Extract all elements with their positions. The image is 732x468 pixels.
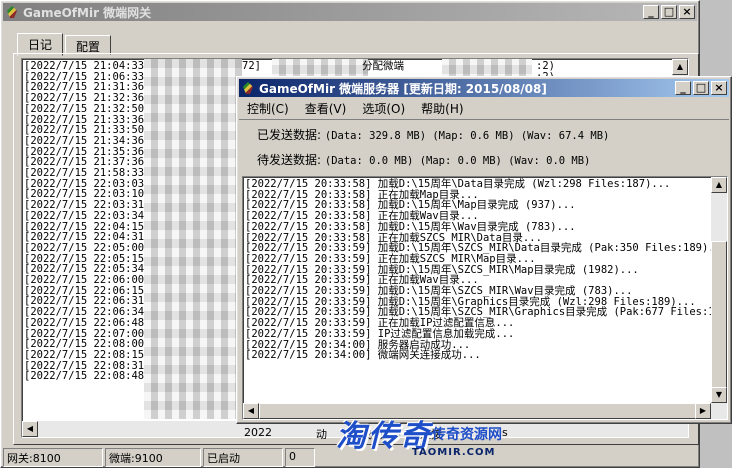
gateway-statusbar: 网关:8100 微端:9100 已启动 0 — [3, 448, 317, 467]
log-line: [2022/7/15 20:34:00] 微端网关连接成功... — [245, 349, 481, 362]
sent-label: 已发送数据: — [257, 128, 322, 142]
watermark-logo: 淘传奇 传奇资源网 TAOMIR.COM — [336, 420, 532, 464]
minimize-button[interactable]: _ — [675, 81, 691, 95]
close-button[interactable]: × — [711, 81, 727, 95]
pending-stat: 待发送数据: (Data: 0.0 MB) (Map: 0.0 MB) (Wav… — [257, 151, 590, 168]
server-log-box[interactable]: [2022/7/15 20:33:58] 加载D:\15周年\Data目录完成 … — [242, 176, 728, 420]
menu-options[interactable]: 选项(O) — [354, 99, 413, 117]
log-line: [2022/7/15 20:33:58] 加载D:\15周年\Wav目录完成 (… — [245, 220, 576, 233]
log-line: [2022/7/15 22:08:48 — [24, 370, 145, 383]
close-button[interactable]: × — [679, 5, 695, 19]
scroll-left-arrow-icon[interactable]: ◀ — [22, 421, 38, 437]
maximize-button[interactable]: □ — [661, 5, 677, 19]
pending-label: 待发送数据: — [257, 153, 322, 167]
scroll-down-arrow-icon[interactable]: ▼ — [711, 387, 727, 403]
server-menubar: 控制(C) 查看(V) 选项(O) 帮助(H) — [239, 99, 729, 117]
log-line: [2022/7/15 22:03:34 — [24, 209, 145, 222]
scroll-left-arrow-icon[interactable]: ◀ — [243, 403, 259, 419]
server-title-prefix: GameOfMir — [259, 81, 335, 96]
gateway-titlebar[interactable]: GameOfMir 微端网关 _ □ × — [3, 3, 697, 21]
status-gateway-port: 网关:8100 — [3, 448, 103, 467]
log-line: [2022/7/15 20:33:59] IP过滤配置信息加载完成... — [245, 327, 515, 340]
scroll-up-arrow-icon[interactable]: ▲ — [711, 177, 727, 193]
minimize-button[interactable]: _ — [643, 5, 659, 19]
sent-value: (Data: 329.8 MB) (Map: 0.6 MB) (Wav: 67.… — [324, 130, 610, 142]
server-title-main: 微端服务器 [更新日期: 2015/08/08] — [339, 81, 547, 96]
menu-view[interactable]: 查看(V) — [297, 99, 355, 117]
server-window: GameOfMir 微端服务器 [更新日期: 2015/08/08] _ □ ×… — [236, 76, 732, 424]
log-line: [2022/7/15 21:32:50 — [24, 102, 145, 115]
fragment-text: 2022 — [244, 426, 272, 439]
privacy-mosaic — [144, 59, 242, 419]
sent-stat: 已发送数据: (Data: 329.8 MB) (Map: 0.6 MB) (W… — [257, 126, 609, 143]
gateway-log-list: [2022/7/15 21:04:33 [2022/7/15 21:06:33 [2… — [22, 61, 144, 382]
log-line: [2022/7/15 22:06:48 — [24, 316, 145, 329]
tab-config[interactable]: 配置 — [65, 35, 112, 55]
scroll-thumb[interactable] — [259, 403, 699, 419]
status-fragment: 0 — [285, 448, 315, 467]
pending-value: (Data: 0.0 MB) (Map: 0.0 MB) (Wav: 0.0 M… — [324, 155, 591, 167]
app-icon — [241, 81, 255, 95]
watermark-sub: TAOMIR.COM — [412, 447, 496, 458]
maximize-button[interactable]: □ — [693, 81, 709, 95]
gateway-title: GameOfMir 微端网关 — [23, 5, 152, 20]
scroll-thumb[interactable] — [711, 241, 727, 403]
server-horizontal-scrollbar[interactable]: ◀ ▶ — [243, 403, 711, 419]
status-running: 已启动 — [203, 448, 283, 467]
app-icon — [5, 5, 19, 19]
scroll-up-arrow-icon[interactable]: ▲ — [672, 59, 688, 75]
server-log-list: [2022/7/15 20:33:58] 加载D:\15周年\Data目录完成 … — [243, 179, 727, 362]
menu-help[interactable]: 帮助(H) — [413, 99, 471, 117]
status-microclient-port: 微端:9100 — [105, 448, 201, 467]
server-titlebar[interactable]: GameOfMir 微端服务器 [更新日期: 2015/08/08] _ □ × — [239, 79, 729, 97]
stats-panel: 已发送数据: (Data: 329.8 MB) (Map: 0.6 MB) (W… — [239, 119, 729, 174]
log-fragment: 72] — [242, 60, 261, 72]
watermark-side: 传奇资源网 — [432, 427, 502, 443]
log-fragment: 分配微端 — [362, 60, 404, 72]
fragment-text: 动 — [316, 428, 327, 441]
menu-control[interactable]: 控制(C) — [239, 99, 297, 117]
scroll-right-arrow-icon[interactable]: ▶ — [695, 403, 711, 419]
server-title: GameOfMir 微端服务器 [更新日期: 2015/08/08] — [259, 80, 673, 97]
server-vertical-scrollbar[interactable]: ▲ ▼ — [711, 177, 727, 419]
